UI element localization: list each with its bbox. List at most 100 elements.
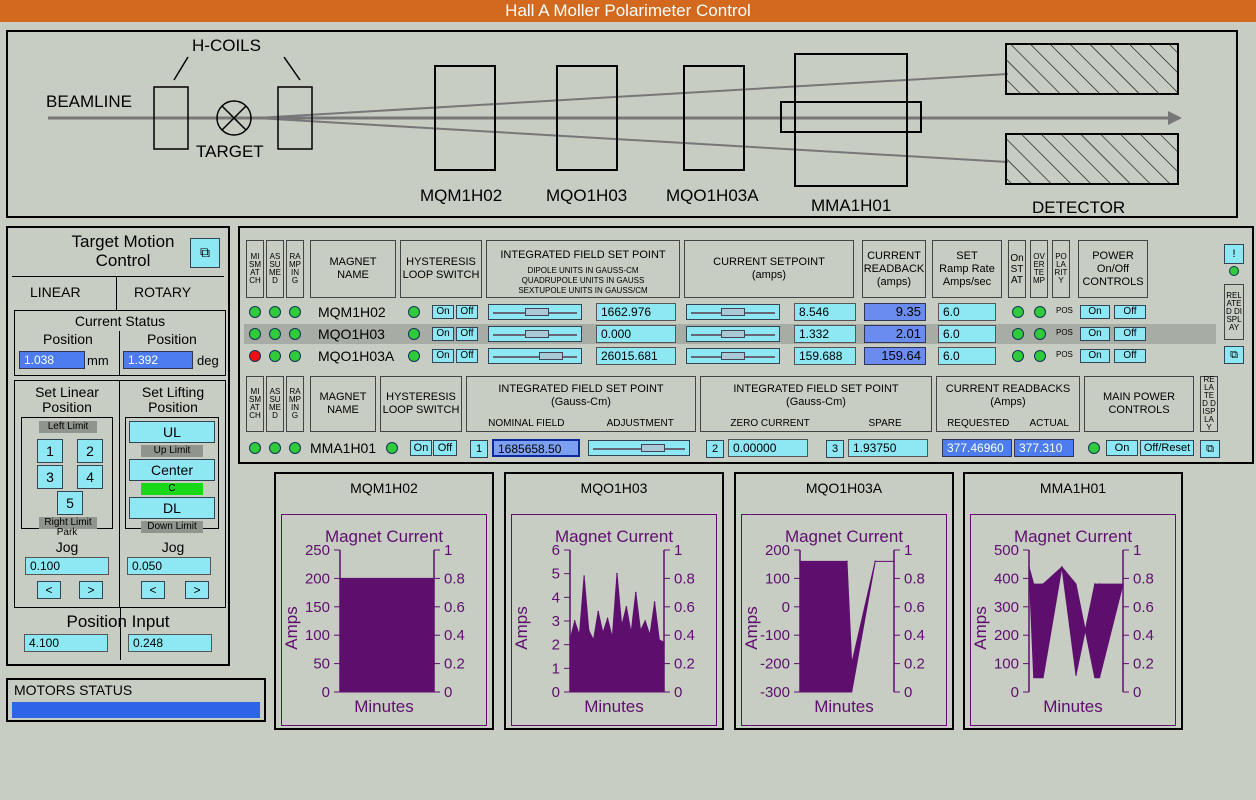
ramp-rate-input[interactable]: 6.0 xyxy=(938,347,996,365)
field-slider[interactable] xyxy=(488,304,582,320)
hysteresis-off-button[interactable]: Off xyxy=(456,349,478,363)
position-button-1[interactable]: 1 xyxy=(37,439,63,463)
ul-button[interactable]: UL xyxy=(129,421,215,443)
field-slider[interactable] xyxy=(488,348,582,364)
chart-y2-tick-label: 1 xyxy=(444,542,452,559)
field-slider[interactable] xyxy=(488,326,582,342)
position-button-5[interactable]: 5 xyxy=(57,491,83,515)
chart-data-point xyxy=(1122,583,1124,585)
jog-lifting-input[interactable]: 0.050 xyxy=(127,557,211,575)
ramp-rate-input[interactable]: 6.0 xyxy=(938,303,996,321)
ramp-rate-input[interactable]: 6.0 xyxy=(938,325,996,343)
current-slider[interactable] xyxy=(686,304,780,320)
chart-y2-tick-label: 0 xyxy=(674,684,682,701)
current-status-label: Current Status xyxy=(74,313,166,329)
chart-y-tick-label: 50 xyxy=(313,656,330,673)
current-setpoint-input[interactable]: 8.546 xyxy=(794,303,856,321)
adjustment-slider[interactable] xyxy=(588,440,690,456)
magnet-label-3: MQO1H03A xyxy=(666,186,759,205)
field-setpoint-input[interactable]: 26015.681 xyxy=(596,347,676,365)
nominal-field-button[interactable]: 1 xyxy=(470,440,488,458)
dipole-related-display-button[interactable]: ⧉ xyxy=(1200,440,1220,458)
quad-related-display-button[interactable]: ⧉ xyxy=(1224,346,1244,364)
dipole-power-on-button[interactable]: On xyxy=(1106,440,1138,456)
zero-current-button[interactable]: 2 xyxy=(706,440,724,458)
dipole-hysteresis-on-button[interactable]: On xyxy=(410,440,432,456)
header-current-readback: CURRENT READBACK (amps) xyxy=(862,240,926,298)
chart-panel: MQO1H03A Magnet Current Minutes Amps -300 -20… xyxy=(734,472,954,730)
jog-linear-left-button[interactable]: < xyxy=(37,581,61,599)
chart-data-point xyxy=(846,560,848,563)
magnet-label-2: MQO1H03 xyxy=(546,186,628,205)
info-button[interactable]: ! xyxy=(1224,244,1244,264)
chart-y2-tick-label: 0.8 xyxy=(904,570,925,587)
jog-linear-right-button[interactable]: > xyxy=(79,581,103,599)
chart-panel-title: MQO1H03 xyxy=(580,480,648,496)
hysteresis-on-button[interactable]: On xyxy=(432,305,454,319)
jog-lifting-left-button[interactable]: < xyxy=(141,581,165,599)
center-button[interactable]: Center xyxy=(129,459,215,481)
field-setpoint-input[interactable]: 0.000 xyxy=(596,325,676,343)
header-current-setpoint: CURRENT SETPOINT (amps) xyxy=(684,240,854,298)
dipole-power-off-reset-button[interactable]: Off/Reset xyxy=(1140,440,1194,456)
dipole-hysteresis-led xyxy=(386,442,398,454)
position-input-linear[interactable]: 4.100 xyxy=(24,634,108,652)
polarity-label: POS xyxy=(1056,328,1073,337)
position-button-2[interactable]: 2 xyxy=(77,439,103,463)
position-button-3[interactable]: 3 xyxy=(37,465,63,489)
chart-ylabel: Amps xyxy=(282,606,301,649)
overtemp-led xyxy=(1034,350,1046,362)
jog-lifting-right-button[interactable]: > xyxy=(185,581,209,599)
chart-data-point xyxy=(592,639,595,641)
tab-linear[interactable]: LINEAR xyxy=(30,284,81,300)
position-button-4[interactable]: 4 xyxy=(77,465,103,489)
zero-current-value[interactable]: 0.00000 xyxy=(728,439,808,457)
spare-value[interactable]: 1.93750 xyxy=(848,439,928,457)
park-label: Park xyxy=(56,527,78,538)
related-display-button[interactable]: ⧉ xyxy=(190,238,220,268)
nominal-field-label: NOMINAL FIELD xyxy=(488,418,565,429)
dipole-header-integrated-field: INTEGRATED FIELD SET POINT (Gauss-Cm) NOM… xyxy=(466,376,696,432)
chart-y2-tick-label: 0.6 xyxy=(444,599,465,616)
power-off-button[interactable]: Off xyxy=(1114,349,1146,363)
chart-data-point xyxy=(1061,566,1063,568)
jog-linear-input[interactable]: 0.100 xyxy=(25,557,109,575)
hysteresis-on-button[interactable]: On xyxy=(432,327,454,341)
power-on-button[interactable]: On xyxy=(1080,327,1110,341)
chart-ylabel: Amps xyxy=(742,606,761,649)
power-on-button[interactable]: On xyxy=(1080,349,1110,363)
current-slider[interactable] xyxy=(686,348,780,364)
dipole-hysteresis-off-button[interactable]: Off xyxy=(433,440,457,456)
chart-y-tick-label: 200 xyxy=(305,570,330,587)
position-input-lifting[interactable]: 0.248 xyxy=(128,634,212,652)
hysteresis-on-button[interactable]: On xyxy=(432,349,454,363)
power-off-button[interactable]: Off xyxy=(1114,305,1146,319)
header-on-stat: OnSTAT xyxy=(1008,240,1026,298)
current-setpoint-input[interactable]: 1.332 xyxy=(794,325,856,343)
hysteresis-led xyxy=(408,350,420,362)
dl-button[interactable]: DL xyxy=(129,497,215,519)
detector-label: DETECTOR xyxy=(1032,198,1126,217)
hysteresis-off-button[interactable]: Off xyxy=(456,305,478,319)
tab-rotary[interactable]: ROTARY xyxy=(134,284,191,300)
overtemp-led xyxy=(1034,328,1046,340)
power-off-button[interactable]: Off xyxy=(1114,327,1146,341)
hysteresis-led xyxy=(408,328,420,340)
spare-button[interactable]: 3 xyxy=(826,440,844,458)
chart-y2-tick-label: 0.2 xyxy=(1133,656,1154,673)
current-slider[interactable] xyxy=(686,326,780,342)
field-setpoint-input[interactable]: 1662.976 xyxy=(596,303,676,321)
current-setpoint-input[interactable]: 159.688 xyxy=(794,347,856,365)
detector-bottom xyxy=(1005,133,1179,185)
hysteresis-off-button[interactable]: Off xyxy=(456,327,478,341)
power-on-button[interactable]: On xyxy=(1080,305,1110,319)
nominal-field-value[interactable]: 1685658.50 xyxy=(492,439,580,457)
magnet-mma1h01 xyxy=(794,53,908,187)
chart-title: Magnet Current xyxy=(1014,527,1132,546)
chart-xlabel: Minutes xyxy=(814,697,874,716)
chart-ylabel: Amps xyxy=(512,606,531,649)
chart-y-tick-label: 150 xyxy=(305,599,330,616)
beamline-diagram: H-COILS BEAMLINE TARGET MQM1H02 MQO1H03 … xyxy=(6,30,1238,218)
dipole-header-main-power: MAIN POWER CONTROLS xyxy=(1084,376,1194,432)
chart-svg: Magnet CurrentMinutesAmps-300-200-100010… xyxy=(741,514,947,726)
